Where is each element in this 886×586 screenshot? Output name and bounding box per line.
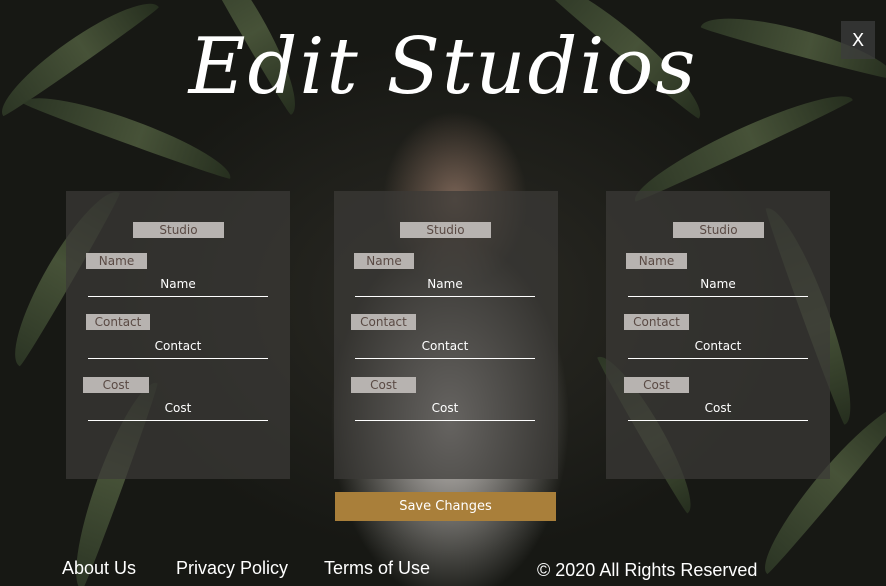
studio-card-2: Studio Name Name Contact Contact Cost Co… xyxy=(334,191,558,479)
studio-card-3: Studio Name Name Contact Contact Cost Co… xyxy=(606,191,830,479)
studio-label: Studio xyxy=(400,222,491,238)
studio-label: Studio xyxy=(133,222,224,238)
cost-label: Cost xyxy=(83,377,149,393)
cost-label: Cost xyxy=(624,377,689,393)
footer-privacy-link[interactable]: Privacy Policy xyxy=(176,558,288,579)
close-button[interactable]: X xyxy=(841,21,875,59)
contact-label: Contact xyxy=(86,314,150,330)
save-changes-button[interactable]: Save Changes xyxy=(335,492,556,521)
name-field[interactable]: Name xyxy=(628,276,808,297)
footer-about-link[interactable]: About Us xyxy=(62,558,136,579)
contact-field[interactable]: Contact xyxy=(355,338,535,359)
studio-label: Studio xyxy=(673,222,764,238)
cost-field[interactable]: Cost xyxy=(355,400,535,421)
footer-terms-link[interactable]: Terms of Use xyxy=(324,558,430,579)
brand-logo: Edit Studios xyxy=(188,22,698,112)
contact-label: Contact xyxy=(351,314,416,330)
cost-field[interactable]: Cost xyxy=(88,400,268,421)
name-field[interactable]: Name xyxy=(88,276,268,297)
contact-field[interactable]: Contact xyxy=(88,338,268,359)
name-label: Name xyxy=(86,253,147,269)
name-field[interactable]: Name xyxy=(355,276,535,297)
contact-field[interactable]: Contact xyxy=(628,338,808,359)
cost-label: Cost xyxy=(351,377,416,393)
studio-card-1: Studio Name Name Contact Contact Cost Co… xyxy=(66,191,290,479)
copyright-text: © 2020 All Rights Reserved xyxy=(537,560,758,580)
contact-label: Contact xyxy=(624,314,689,330)
cost-field[interactable]: Cost xyxy=(628,400,808,421)
name-label: Name xyxy=(354,253,414,269)
name-label: Name xyxy=(626,253,687,269)
